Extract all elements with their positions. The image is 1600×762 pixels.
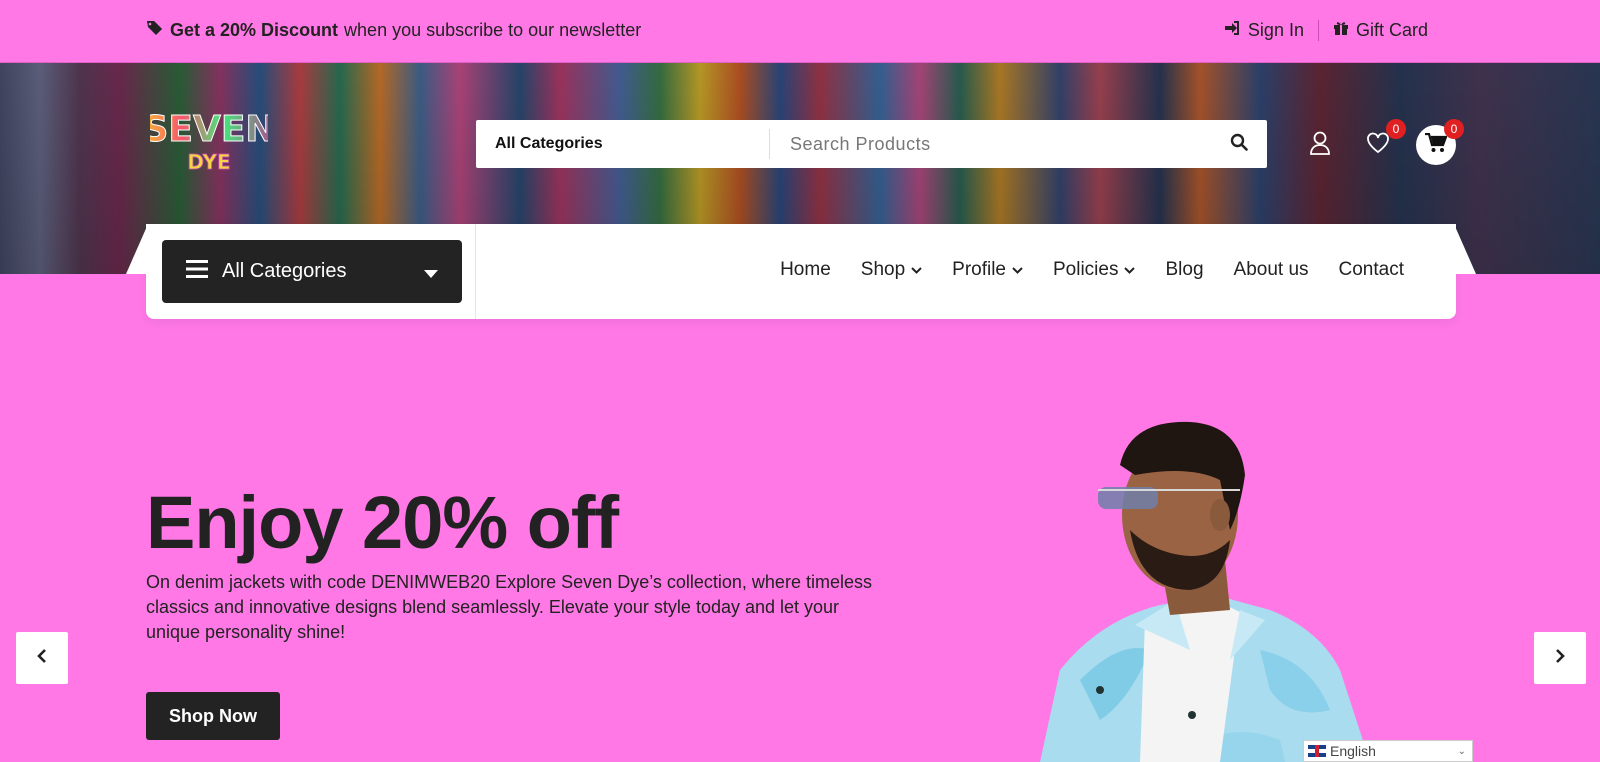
top-bar: Get a 20% Discount when you subscribe to… (0, 0, 1600, 63)
site-logo[interactable]: SEVEN DYE (142, 103, 276, 175)
uk-flag-icon (1308, 745, 1326, 757)
menu-icon (186, 260, 208, 283)
nav-item-contact[interactable]: Contact (1339, 259, 1404, 281)
shop-now-button[interactable]: Shop Now (146, 692, 280, 740)
nav-item-profile[interactable]: Profile (952, 259, 1023, 281)
tag-icon (146, 20, 164, 41)
heart-icon (1366, 132, 1390, 159)
gift-card-label: Gift Card (1355, 20, 1428, 40)
chevron-down-icon (1012, 259, 1023, 281)
gift-icon (1333, 20, 1349, 41)
nav-item-shop[interactable]: Shop (861, 259, 922, 281)
all-categories-dropdown[interactable]: All Categories (162, 240, 462, 303)
cart-icon (1425, 132, 1448, 158)
promo-bold-text: Get a 20% Discount (170, 20, 339, 40)
main-nav-bar: All Categories Home Shop Profile Policie… (146, 224, 1456, 319)
sign-in-link[interactable]: Sign In (1210, 20, 1318, 41)
gift-card-link[interactable]: Gift Card (1317, 20, 1428, 41)
hero-title: Enjoy 20% off (146, 481, 619, 564)
nav-label: Home (780, 259, 831, 280)
slider-next-button[interactable] (1534, 632, 1586, 684)
slider-prev-button[interactable] (16, 632, 68, 684)
search-bar: All Categories (476, 120, 1267, 168)
newsletter-promo[interactable]: Get a 20% Discount when you subscribe to… (146, 20, 641, 41)
nav-label: Blog (1165, 259, 1204, 280)
svg-text:SEVEN: SEVEN (150, 109, 268, 150)
wishlist-count-badge: 0 (1386, 119, 1406, 139)
chevron-down-icon (911, 259, 922, 281)
sign-in-label: Sign In (1247, 20, 1304, 40)
language-selector[interactable]: English ⌄ (1303, 740, 1473, 762)
nav-divider (475, 224, 476, 319)
chevron-right-icon (1555, 648, 1565, 668)
language-label: English (1330, 743, 1376, 759)
chevron-down-icon: ⌄ (1457, 745, 1466, 757)
chevron-left-icon (37, 648, 47, 668)
search-icon (1230, 133, 1248, 156)
hero-model-image (1040, 420, 1430, 762)
chevron-down-icon (1124, 259, 1136, 281)
nav-item-home[interactable]: Home (780, 259, 831, 281)
nav-item-blog[interactable]: Blog (1165, 259, 1203, 281)
caret-down-icon (424, 266, 438, 284)
nav-label: Contact (1338, 259, 1404, 280)
all-categories-label: All Categories (222, 260, 347, 282)
search-button[interactable] (1211, 120, 1267, 168)
nav-item-about-us[interactable]: About us (1234, 259, 1309, 281)
hero-description: On denim jackets with code DENIMWEB20 Ex… (146, 572, 872, 642)
main-menu: Home Shop Profile Policies Blog About us… (780, 259, 1404, 281)
cart-button[interactable]: 0 (1416, 119, 1464, 165)
search-input[interactable] (770, 120, 1211, 168)
promo-text: when you subscribe to our newsletter (344, 20, 642, 40)
user-icon (1309, 131, 1331, 160)
nav-item-policies[interactable]: Policies (1053, 259, 1136, 281)
wishlist-button[interactable]: 0 (1358, 119, 1406, 165)
account-button[interactable] (1300, 125, 1340, 165)
search-category-select[interactable]: All Categories (476, 129, 770, 159)
nav-label: Shop (860, 259, 906, 280)
nav-label: Profile (952, 259, 1006, 280)
sign-in-icon (1224, 20, 1241, 41)
nav-label: Policies (1053, 259, 1119, 280)
svg-text:DYE: DYE (187, 150, 230, 174)
nav-label: About us (1233, 259, 1309, 280)
cart-count-badge: 0 (1444, 119, 1464, 139)
